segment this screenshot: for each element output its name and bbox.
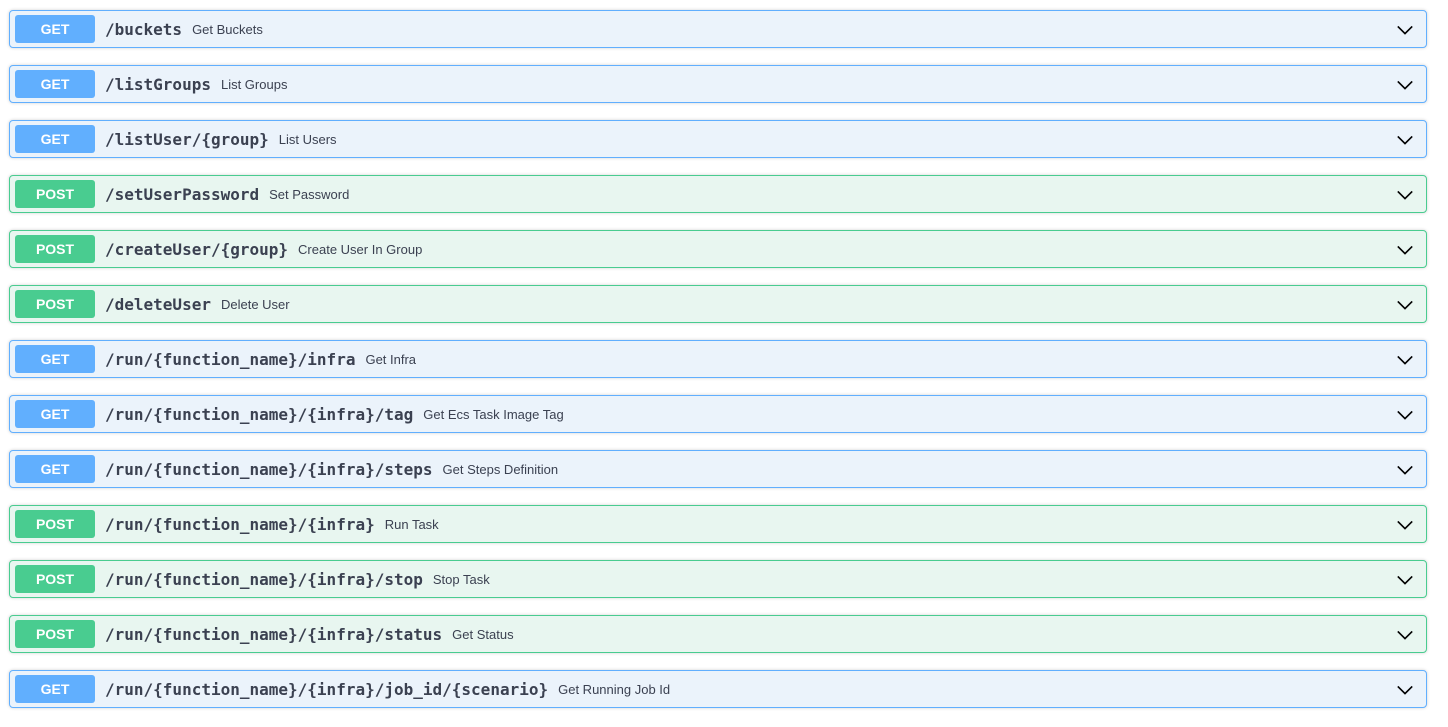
method-badge: GET (15, 400, 95, 428)
operation-path: /run/{function_name}/{infra} (105, 514, 375, 534)
operation-summary: List Groups (220, 76, 288, 92)
chevron-down-icon[interactable] (1396, 516, 1414, 534)
method-badge: GET (15, 70, 95, 98)
chevron-down-icon[interactable] (1396, 186, 1414, 204)
chevron-down-icon[interactable] (1396, 131, 1414, 149)
operations-list: GET/buckets Get Buckets GET/listGroups List… (0, 0, 1448, 727)
operation-summary: Delete User (220, 296, 290, 312)
chevron-down-icon[interactable] (1396, 241, 1414, 259)
method-badge: GET (15, 15, 95, 43)
operation-summary: Get Steps Definition (442, 461, 559, 477)
operation-path: /run/{function_name}/{infra}/job_id/{sce… (105, 679, 549, 699)
chevron-down-icon[interactable] (1396, 21, 1414, 39)
method-badge: POST (15, 620, 95, 648)
method-badge: POST (15, 180, 95, 208)
chevron-down-icon[interactable] (1396, 571, 1414, 589)
chevron-down-icon[interactable] (1396, 296, 1414, 314)
operation-row-post[interactable]: POST/deleteUser Delete User (9, 285, 1427, 323)
method-badge: GET (15, 345, 95, 373)
operation-row-post[interactable]: POST/createUser/{group} Create User In Gr… (9, 230, 1427, 268)
operation-summary: Get Status (452, 626, 514, 642)
chevron-down-icon[interactable] (1396, 626, 1414, 644)
chevron-down-icon[interactable] (1396, 351, 1414, 369)
operation-path: /run/{function_name}/{infra}/tag (105, 404, 414, 424)
operation-path: /buckets (105, 19, 183, 39)
operation-row-get[interactable]: GET/run/{function_name}/{infra}/steps Get… (9, 450, 1427, 488)
operation-row-post[interactable]: POST/setUserPassword Set Password (9, 175, 1427, 213)
operation-row-get[interactable]: GET/run/{function_name}/infra Get Infra (9, 340, 1427, 378)
operation-row-get[interactable]: GET/listUser/{group} List Users (9, 120, 1427, 158)
chevron-down-icon[interactable] (1396, 76, 1414, 94)
operation-summary: Set Password (269, 186, 350, 202)
operation-row-post[interactable]: POST/run/{function_name}/{infra}/status G… (9, 615, 1427, 653)
operation-path: /run/{function_name}/{infra}/steps (105, 459, 433, 479)
operation-row-get[interactable]: GET/run/{function_name}/{infra}/job_id/{… (9, 670, 1427, 708)
operation-path: /run/{function_name}/{infra}/stop (105, 569, 423, 589)
method-badge: POST (15, 565, 95, 593)
method-badge: POST (15, 290, 95, 318)
operation-summary: Get Running Job Id (558, 681, 671, 697)
operation-row-post[interactable]: POST/run/{function_name}/{infra}/stop Sto… (9, 560, 1427, 598)
chevron-down-icon[interactable] (1396, 681, 1414, 699)
operation-row-get[interactable]: GET/listGroups List Groups (9, 65, 1427, 103)
operation-path: /deleteUser (105, 294, 211, 314)
method-badge: POST (15, 235, 95, 263)
method-badge: GET (15, 455, 95, 483)
operation-path: /listGroups (105, 74, 211, 94)
chevron-down-icon[interactable] (1396, 406, 1414, 424)
operation-row-post[interactable]: POST/run/{function_name}/{infra} Run Task (9, 505, 1427, 543)
operation-path: /run/{function_name}/{infra}/status (105, 624, 443, 644)
chevron-down-icon[interactable] (1396, 461, 1414, 479)
operation-summary: Get Ecs Task Image Tag (423, 406, 564, 422)
operation-summary: Run Task (384, 516, 439, 532)
method-badge: GET (15, 125, 95, 153)
method-badge: POST (15, 510, 95, 538)
method-badge: GET (15, 675, 95, 703)
operation-path: /setUserPassword (105, 184, 260, 204)
operation-row-get[interactable]: GET/buckets Get Buckets (9, 10, 1427, 48)
operation-summary: Stop Task (432, 571, 490, 587)
operation-row-get[interactable]: GET/run/{function_name}/{infra}/tag Get E… (9, 395, 1427, 433)
operation-summary: List Users (278, 131, 337, 147)
operation-summary: Get Infra (365, 351, 417, 367)
operation-summary: Create User In Group (298, 241, 423, 257)
operation-path: /listUser/{group} (105, 129, 269, 149)
operation-path: /run/{function_name}/infra (105, 349, 356, 369)
operation-path: /createUser/{group} (105, 239, 289, 259)
operation-summary: Get Buckets (192, 21, 263, 37)
